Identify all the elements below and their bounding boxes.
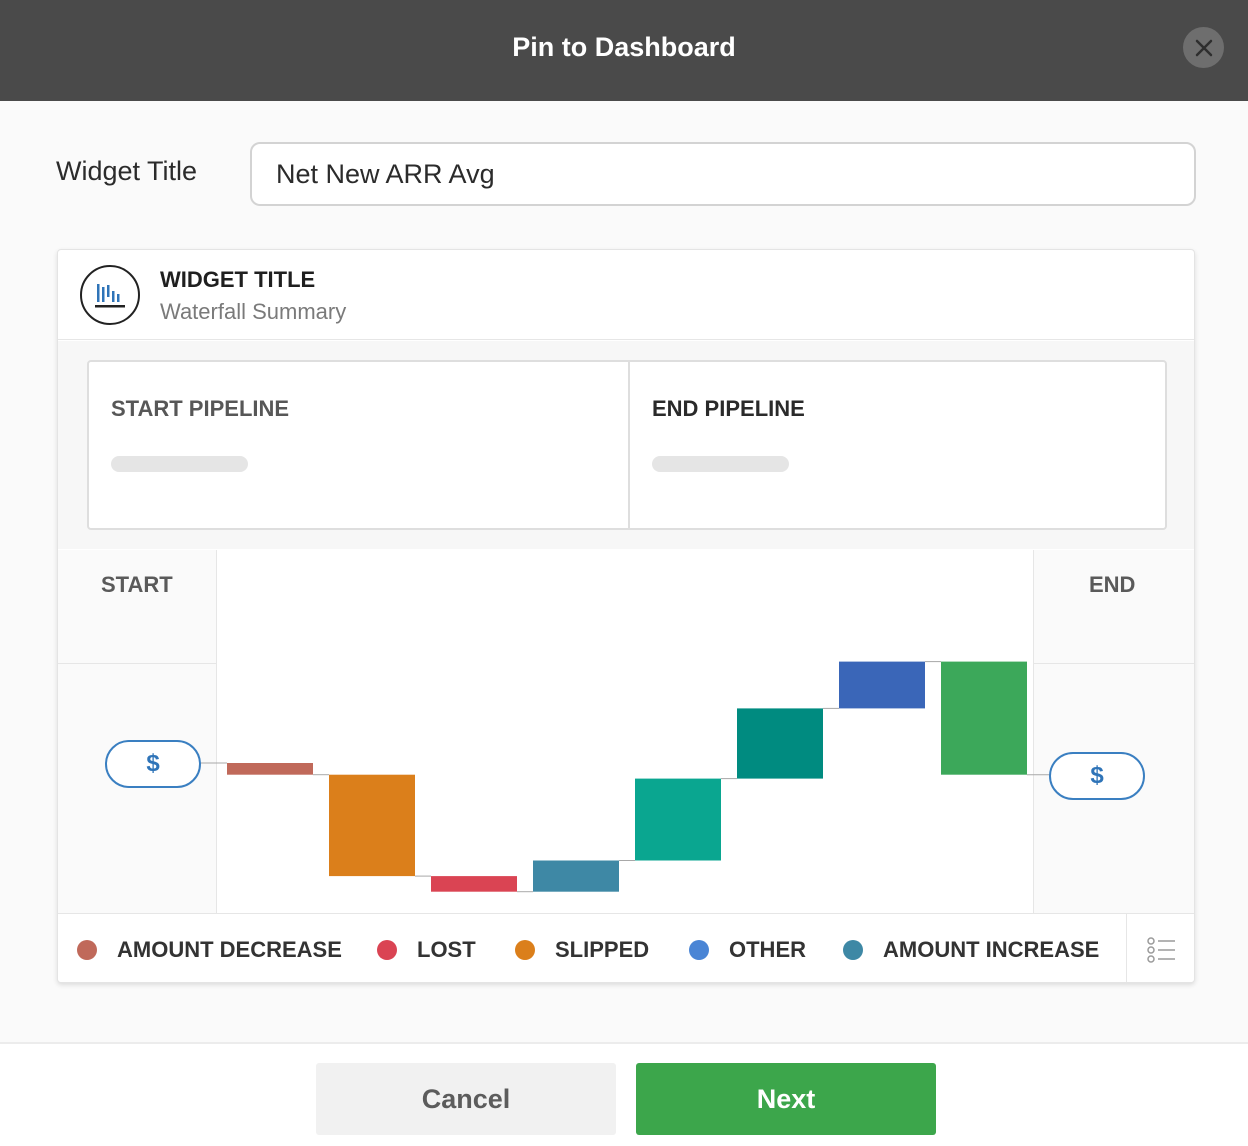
legend-dot bbox=[77, 939, 97, 960]
modal-footer: Cancel Next bbox=[0, 1042, 1248, 1146]
waterfall-bar bbox=[533, 860, 619, 892]
modal-title: Pin to Dashboard bbox=[512, 32, 736, 62]
legend-label: SLIPPED bbox=[555, 936, 650, 962]
end-value-pill[interactable]: $ bbox=[1049, 752, 1145, 800]
next-button[interactable]: Next bbox=[636, 1063, 936, 1135]
legend-item[interactable]: AMOUNT DECREASE bbox=[77, 914, 342, 982]
waterfall-bar bbox=[737, 708, 823, 779]
legend-label: AMOUNT DECREASE bbox=[117, 936, 342, 962]
modal-header: Pin to Dashboard bbox=[0, 0, 1248, 101]
chart-legend: AMOUNT DECREASE LOST SLIPPED OTHER AMOUN… bbox=[58, 913, 1194, 982]
widget-preview-card: WIDGET TITLE Waterfall Summary START PIP… bbox=[57, 249, 1195, 983]
widget-title-label: Widget Title bbox=[56, 156, 198, 186]
legend-label: LOST bbox=[417, 936, 476, 962]
waterfall-bar bbox=[329, 774, 415, 877]
start-value-pill[interactable]: $ bbox=[105, 740, 201, 788]
start-label: START bbox=[101, 572, 173, 597]
waterfall-bar bbox=[635, 778, 721, 861]
legend-item[interactable]: SLIPPED bbox=[515, 914, 650, 982]
legend-label: AMOUNT INCREASE bbox=[883, 936, 1100, 962]
widget-title-input[interactable] bbox=[250, 142, 1196, 206]
waterfall-bar bbox=[941, 661, 1027, 775]
legend-dot bbox=[689, 939, 709, 960]
legend-item[interactable]: AMOUNT INCREASE bbox=[843, 914, 1100, 982]
legend-dot bbox=[377, 939, 397, 960]
cancel-button[interactable]: Cancel bbox=[316, 1063, 616, 1135]
legend-item[interactable]: OTHER bbox=[689, 914, 806, 982]
close-button[interactable] bbox=[1183, 27, 1224, 68]
legend-toggle-button[interactable] bbox=[1126, 914, 1194, 982]
waterfall-bar bbox=[227, 763, 313, 775]
list-icon bbox=[1146, 936, 1175, 963]
legend-label: OTHER bbox=[729, 936, 806, 962]
waterfall-bar bbox=[431, 876, 517, 892]
legend-item[interactable]: LOST bbox=[377, 914, 476, 982]
legend-dot bbox=[843, 939, 863, 960]
waterfall-chart bbox=[201, 661, 1050, 893]
end-label: END bbox=[1089, 572, 1136, 597]
waterfall-bar bbox=[839, 661, 925, 709]
legend-dot bbox=[515, 939, 535, 960]
close-icon bbox=[1195, 39, 1212, 56]
